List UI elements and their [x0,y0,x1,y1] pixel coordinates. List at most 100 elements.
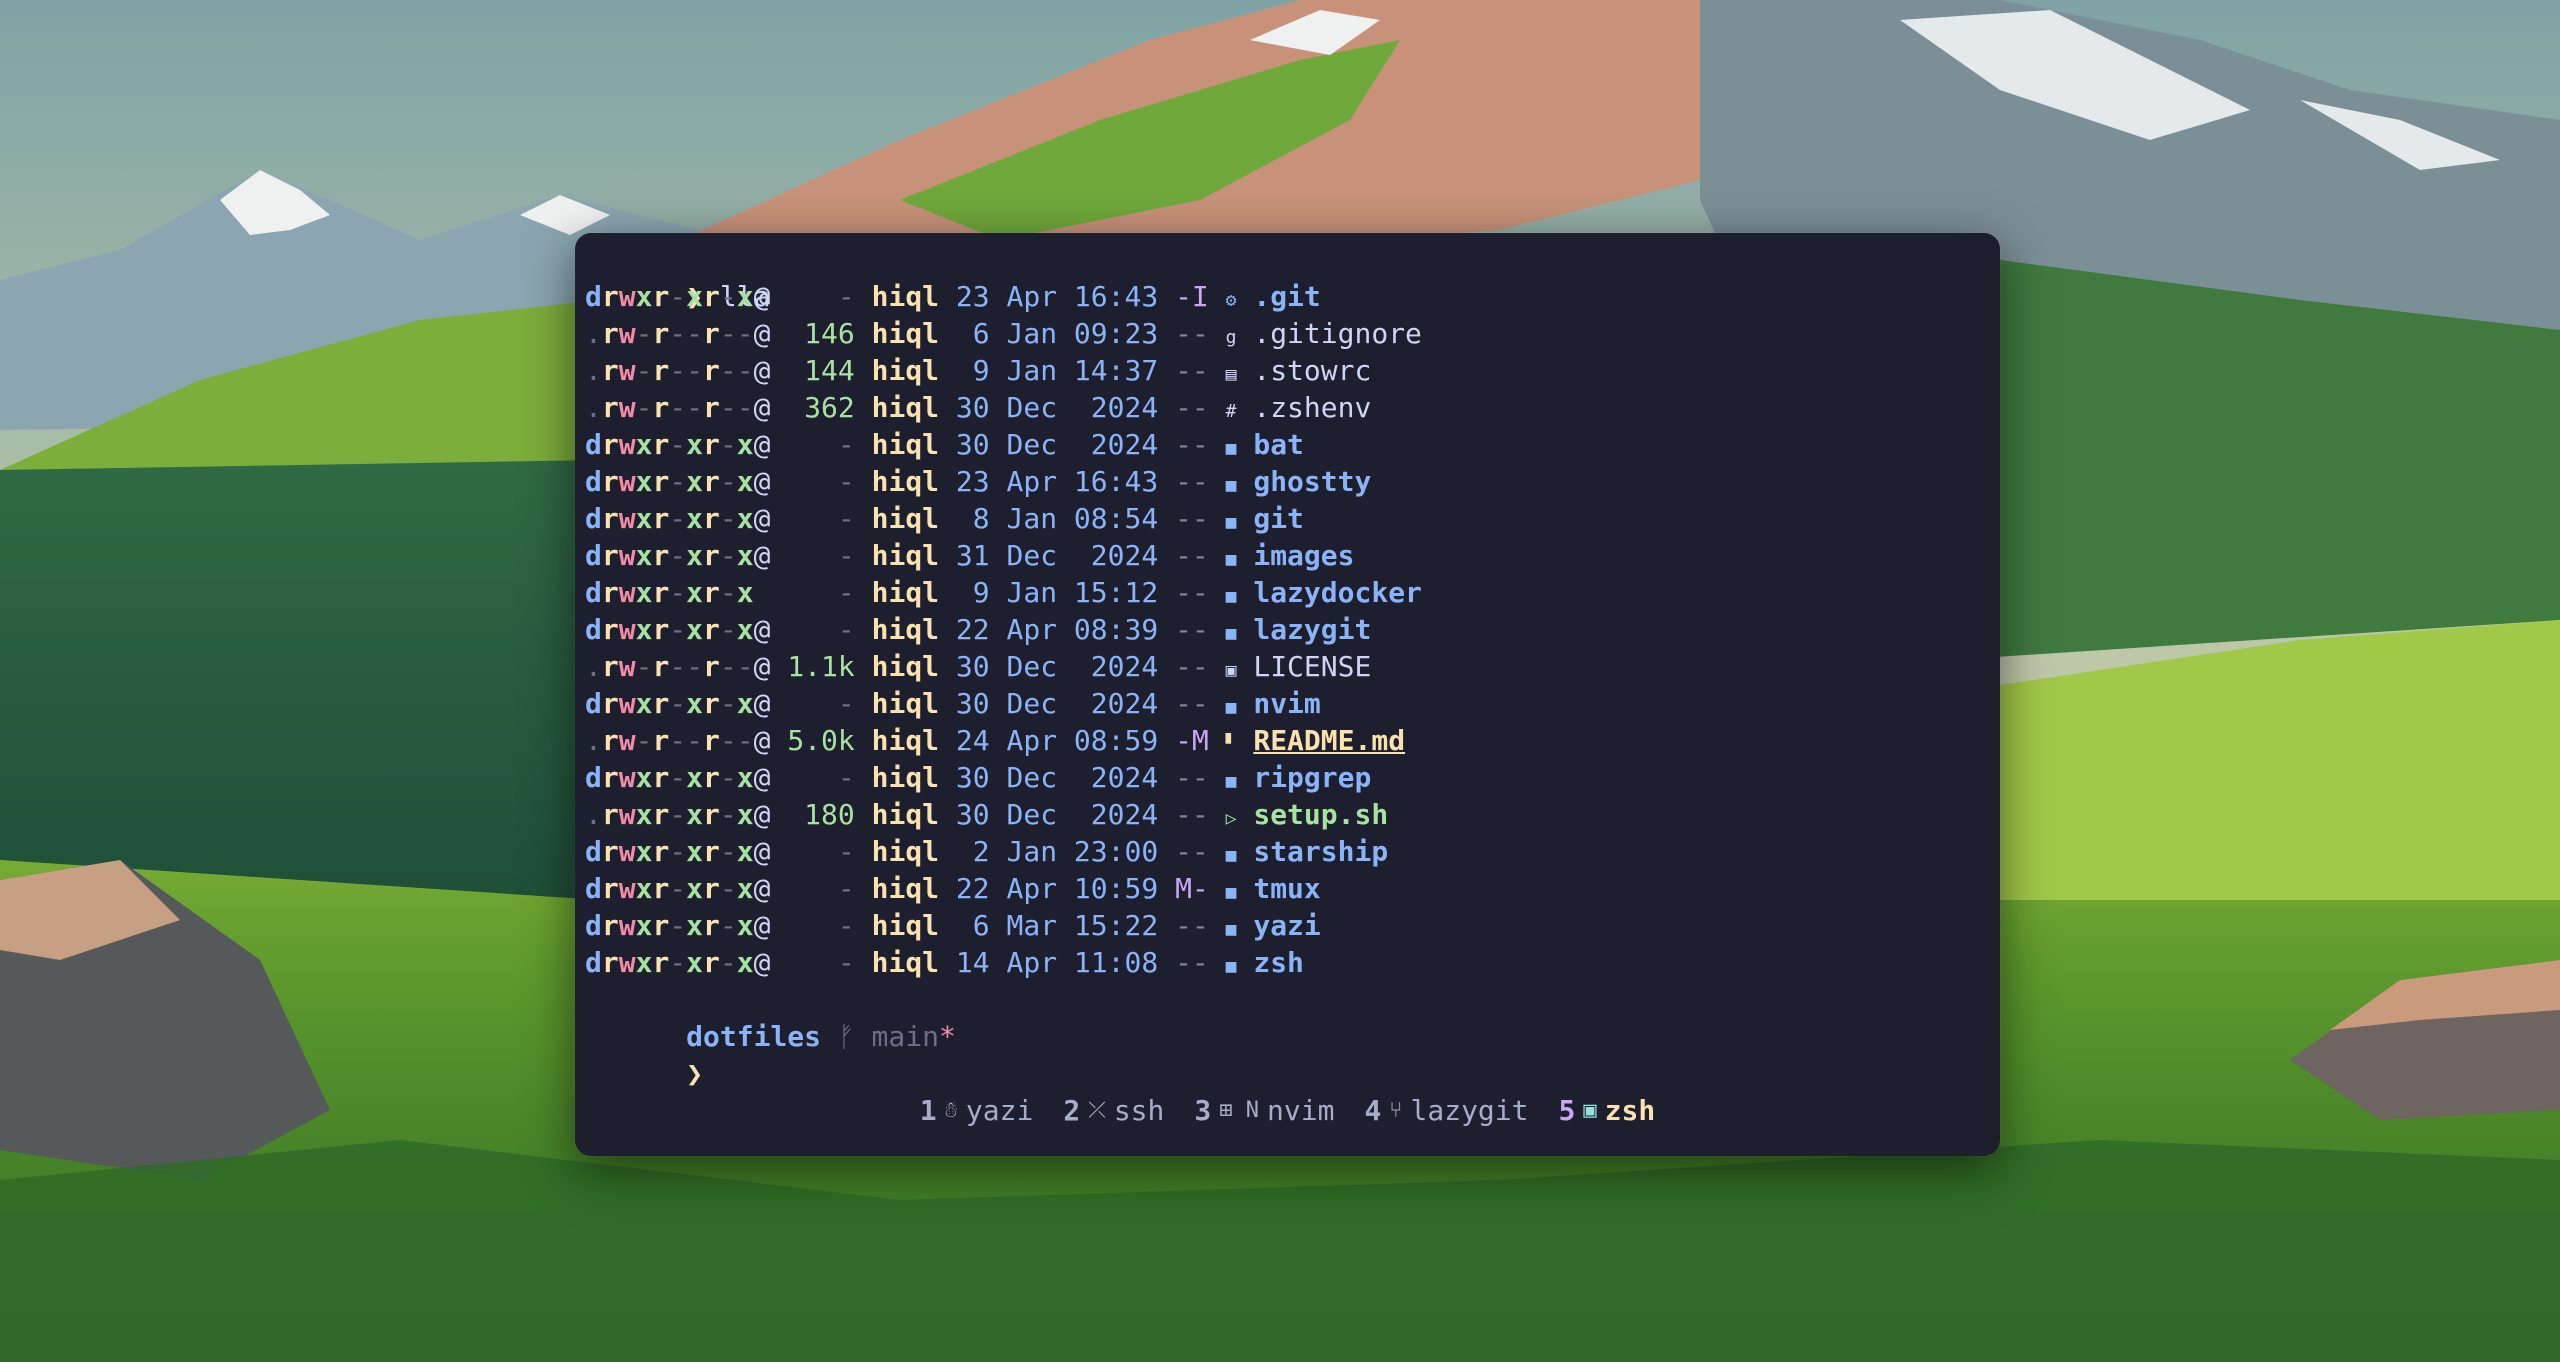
window-name: ssh [1113,1093,1165,1127]
file-name[interactable]: images [1253,539,1354,572]
owner: hiql [871,835,940,868]
permissions: drwxr-xr-x@ [585,872,771,905]
owner: hiql [871,687,940,720]
tmux-window-lazygit[interactable]: 4 ⑂ lazygit [1364,1094,1528,1127]
permissions: .rw-r--r--@ [585,724,771,757]
permissions: drwxr-xr-x@ [585,280,771,313]
file-name[interactable]: starship [1253,835,1388,868]
listing-row: drwxr-xr-x@ - hiql 23 Apr 16:43 -I ⚙ .gi… [585,278,1321,315]
terminal-icon: ▣ [1583,1097,1597,1123]
git-status: -- [1175,909,1209,942]
file-name[interactable]: setup.sh [1253,798,1388,831]
file-name[interactable]: tmux [1253,872,1320,905]
file-name[interactable]: README.md [1253,724,1405,757]
file-name[interactable]: lazygit [1253,613,1371,646]
file-name[interactable]: ghostty [1253,465,1371,498]
listing-row: drwxr-xr-x@ - hiql 22 Apr 08:39 -- ■ laz… [585,611,1371,648]
modified-date: 31 Dec 2024 [955,539,1159,572]
permissions: drwxr-xr-x@ [585,687,771,720]
listing-row: drwxr-xr-x@ - hiql 6 Mar 15:22 -- ■ yazi [585,907,1321,944]
file-name[interactable]: nvim [1253,687,1320,720]
tmux-window-nvim[interactable]: 3 ⊞ N nvim [1194,1094,1334,1127]
owner: hiql [871,354,940,387]
listing-row: drwxr-xr-x@ - hiql 23 Apr 16:43 -- ■ gho… [585,463,1371,500]
window-name: lazygit [1410,1093,1529,1127]
file-size: - [837,465,855,498]
file-name[interactable]: ripgrep [1253,761,1371,794]
window-name: zsh [1604,1093,1656,1127]
markdown-icon: ▘ [1225,734,1237,755]
git-status: -- [1175,502,1209,535]
owner: hiql [871,798,940,831]
folder-icon: ■ [1225,512,1237,533]
file-size: - [837,835,855,868]
permissions: drwxr-xr-x@ [585,502,771,535]
permissions: drwxr-xr-x@ [585,909,771,942]
license-icon: ▣ [1225,660,1237,681]
window-name: yazi [965,1093,1034,1127]
file-name[interactable]: .gitignore [1253,317,1422,350]
prompt-status-line: dotfiles ᚠ main* [585,981,956,1053]
owner: hiql [871,946,940,979]
file-name[interactable]: .git [1253,280,1320,313]
folder-icon: ■ [1225,845,1237,866]
git-folder-icon: ⚙ [1225,290,1237,311]
tmux-window-ssh[interactable]: 2 ⤫ ssh [1063,1094,1164,1127]
permissions: drwxr-xr-x@ [585,835,771,868]
git-status: -- [1175,391,1209,424]
file-name[interactable]: git [1253,502,1304,535]
file-size: - [837,946,855,979]
git-status: -- [1175,428,1209,461]
permissions: drwxr-xr-x@ [585,761,771,794]
owner: hiql [871,576,940,609]
folder-icon: ■ [1225,623,1237,644]
modified-date: 8 Jan 08:54 [955,502,1159,535]
owner: hiql [871,280,940,313]
terminal-window[interactable]: ❯ lla drwxr-xr-x@ - hiql 23 Apr 16:43 -I… [575,233,2000,1156]
file-name[interactable]: bat [1253,428,1304,461]
git-branch-icon: ᚠ [837,1020,855,1053]
command-line: ❯ lla [585,241,770,313]
permissions: .rwxr-xr-x@ [585,798,771,831]
window-index: 4 [1364,1093,1382,1127]
listing-row: .rw-r--r--@ 144 hiql 9 Jan 14:37 -- ▤ .s… [585,352,1371,389]
git-status: -- [1175,946,1209,979]
folder-icon: ■ [1225,697,1237,718]
file-size: - [837,428,855,461]
file-name[interactable]: LICENSE [1253,650,1371,683]
file-name[interactable]: zsh [1253,946,1304,979]
git-dirty-marker: * [938,1020,956,1053]
yazi-duck-icon: ☃ [944,1097,958,1123]
git-status: -I [1175,280,1209,313]
modified-date: 22 Apr 08:39 [955,613,1159,646]
git-status: -- [1175,798,1209,831]
owner: hiql [871,539,940,572]
modified-date: 9 Jan 14:37 [955,354,1159,387]
file-size: 180 [804,798,855,831]
file-name[interactable]: lazydocker [1253,576,1422,609]
prompt-symbol: ❯ [686,1057,704,1090]
file-name[interactable]: yazi [1253,909,1320,942]
git-status: -- [1175,761,1209,794]
file-size: - [837,280,855,313]
file-name[interactable]: .zshenv [1253,391,1371,424]
git-status: -M [1175,724,1209,757]
file-name[interactable]: .stowrc [1253,354,1371,387]
tmux-window-yazi[interactable]: 1 ☃ yazi [920,1094,1034,1127]
tmux-window-zsh[interactable]: 5 ▣ zsh [1559,1094,1656,1127]
owner: hiql [871,650,940,683]
modified-date: 9 Jan 15:12 [955,576,1159,609]
owner: hiql [871,909,940,942]
file-size: - [837,761,855,794]
listing-row: drwxr-xr-x@ - hiql 22 Apr 10:59 M- ■ tmu… [585,870,1321,907]
permissions: drwxr-xr-x@ [585,465,771,498]
prompt-input-line[interactable]: ❯ [585,1018,707,1090]
modified-date: 6 Mar 15:22 [955,909,1159,942]
folder-icon: ■ [1225,956,1237,977]
owner: hiql [871,724,940,757]
permissions: drwxr-xr-x [585,576,754,609]
listing-row: .rw-r--r--@ 362 hiql 30 Dec 2024 -- # .z… [585,389,1371,426]
file-size: - [837,613,855,646]
file-size: - [837,872,855,905]
folder-icon: ■ [1225,549,1237,570]
